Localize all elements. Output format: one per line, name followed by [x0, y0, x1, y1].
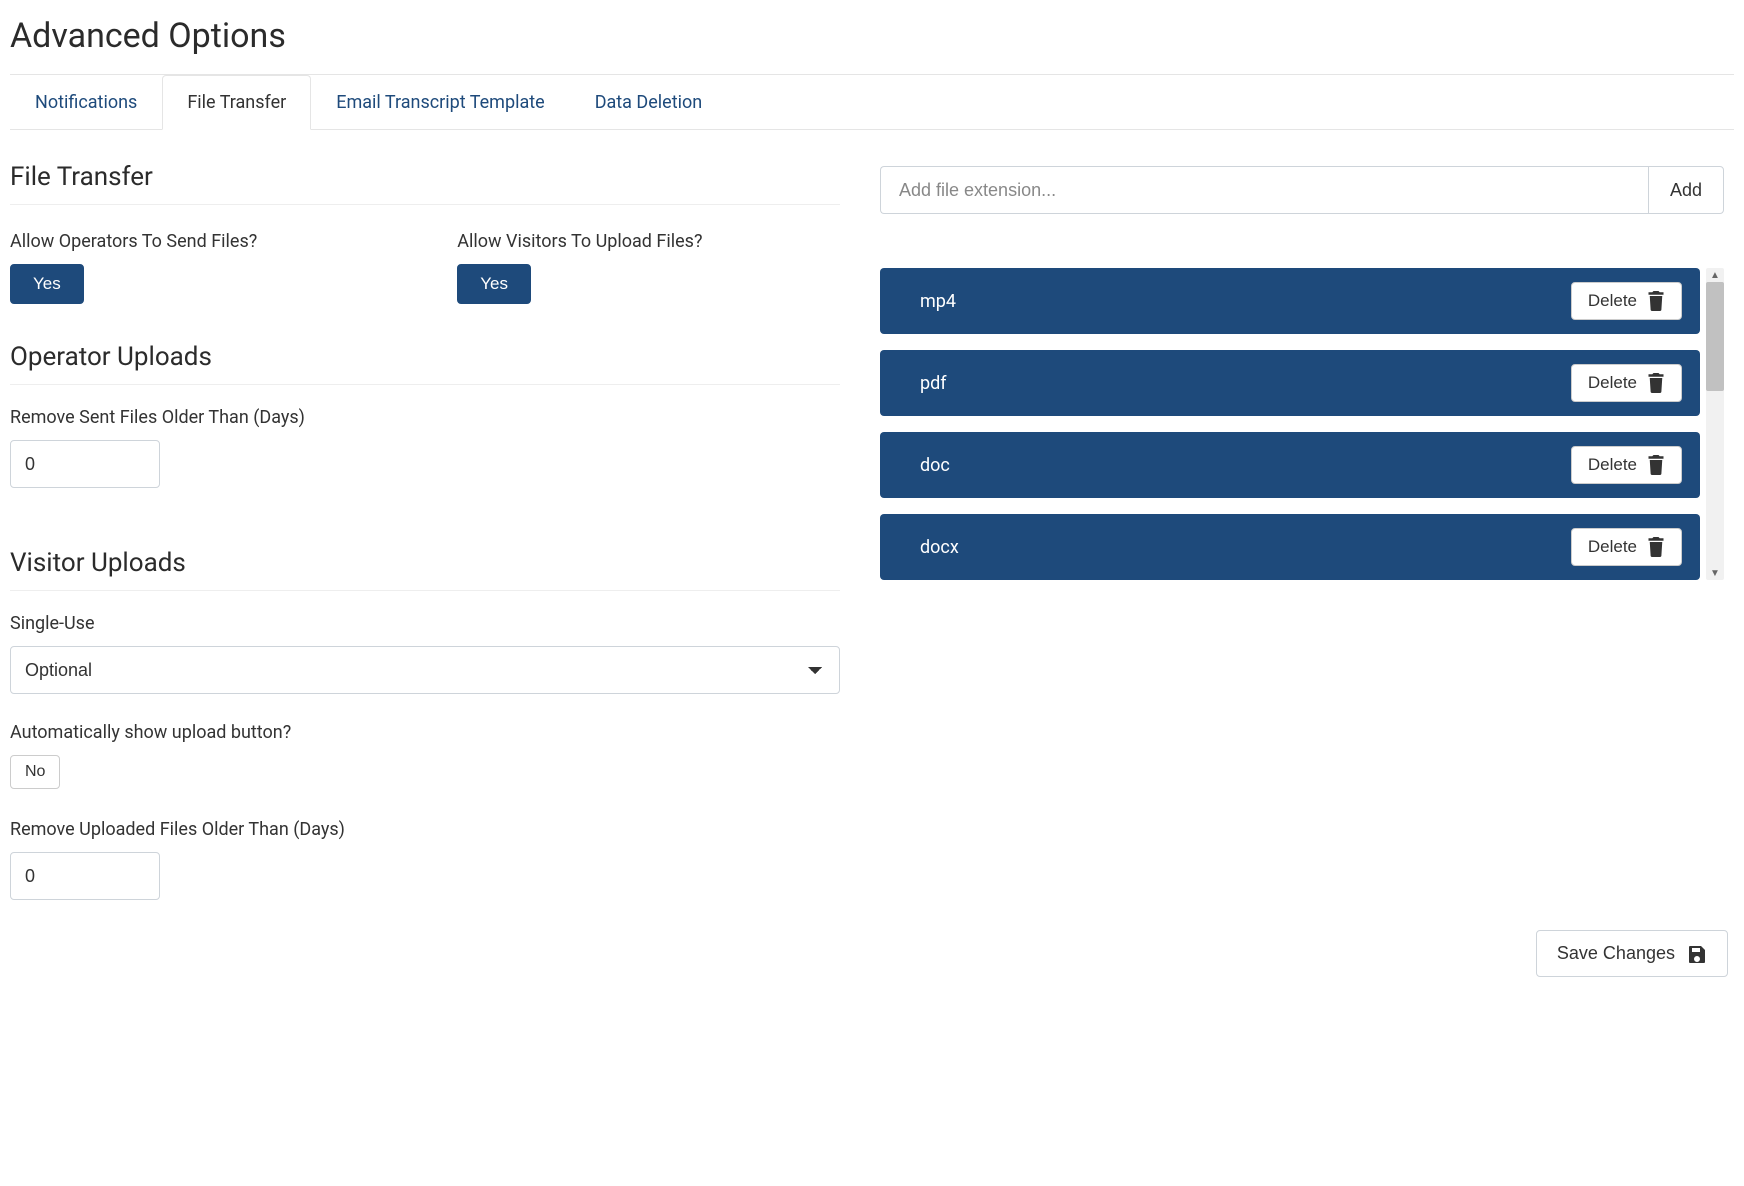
scroll-up-icon[interactable]: ▲ [1706, 268, 1724, 282]
delete-extension-button[interactable]: Delete [1571, 282, 1682, 320]
allow-visitors-label: Allow Visitors To Upload Files? [457, 231, 702, 252]
tab-data-deletion[interactable]: Data Deletion [570, 75, 728, 130]
extension-name: mp4 [920, 291, 956, 312]
page-title: Advanced Options [10, 16, 1734, 56]
delete-extension-button[interactable]: Delete [1571, 528, 1682, 566]
trash-icon [1647, 291, 1665, 311]
trash-icon [1647, 455, 1665, 475]
extension-row: docx Delete [880, 514, 1700, 580]
tab-file-transfer[interactable]: File Transfer [162, 75, 311, 130]
extension-name: doc [920, 455, 950, 476]
remove-uploaded-input[interactable] [10, 852, 160, 900]
remove-sent-input[interactable] [10, 440, 160, 488]
extension-name: docx [920, 537, 959, 558]
trash-icon [1647, 373, 1665, 393]
divider [10, 384, 840, 385]
tab-notifications[interactable]: Notifications [10, 75, 162, 130]
extension-input[interactable] [880, 166, 1648, 214]
scrollbar[interactable]: ▲ ▼ [1706, 268, 1724, 580]
section-operator-uploads: Operator Uploads [10, 342, 840, 372]
tabs: Notifications File Transfer Email Transc… [10, 75, 1734, 130]
save-icon [1687, 944, 1707, 964]
allow-operators-toggle[interactable]: Yes [10, 264, 84, 304]
delete-label: Delete [1588, 291, 1637, 311]
delete-label: Delete [1588, 455, 1637, 475]
extension-row: pdf Delete [880, 350, 1700, 416]
scroll-thumb[interactable] [1706, 282, 1724, 391]
auto-show-label: Automatically show upload button? [10, 722, 840, 743]
divider [10, 590, 840, 591]
allow-operators-label: Allow Operators To Send Files? [10, 231, 257, 252]
remove-uploaded-label: Remove Uploaded Files Older Than (Days) [10, 819, 840, 840]
section-file-transfer: File Transfer [10, 162, 840, 192]
save-label: Save Changes [1557, 943, 1675, 964]
trash-icon [1647, 537, 1665, 557]
save-changes-button[interactable]: Save Changes [1536, 930, 1728, 977]
extension-name: pdf [920, 373, 947, 394]
section-visitor-uploads: Visitor Uploads [10, 548, 840, 578]
single-use-select[interactable]: Optional [10, 646, 840, 694]
auto-show-toggle[interactable]: No [10, 755, 60, 789]
scroll-down-icon[interactable]: ▼ [1706, 566, 1724, 580]
delete-extension-button[interactable]: Delete [1571, 364, 1682, 402]
add-extension-button[interactable]: Add [1648, 166, 1724, 214]
remove-sent-label: Remove Sent Files Older Than (Days) [10, 407, 840, 428]
extension-row: mp4 Delete [880, 268, 1700, 334]
tab-email-transcript[interactable]: Email Transcript Template [311, 75, 569, 130]
single-use-label: Single-Use [10, 613, 840, 634]
extension-row: doc Delete [880, 432, 1700, 498]
delete-label: Delete [1588, 537, 1637, 557]
delete-extension-button[interactable]: Delete [1571, 446, 1682, 484]
extension-list: mp4 Delete pdf Delete doc D [880, 268, 1700, 580]
allow-visitors-toggle[interactable]: Yes [457, 264, 531, 304]
divider [10, 204, 840, 205]
delete-label: Delete [1588, 373, 1637, 393]
